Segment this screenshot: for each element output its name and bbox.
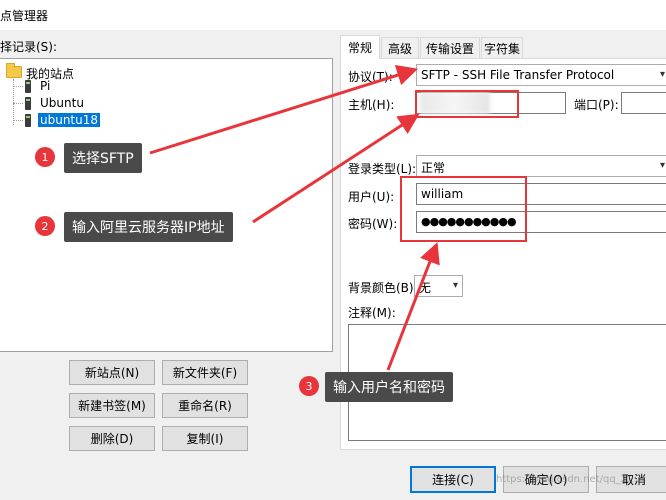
- callout-select-sftp: 选择SFTP: [64, 143, 142, 173]
- arrow-to-protocol: [149, 65, 419, 155]
- step-badge-2: 2: [35, 216, 55, 236]
- step-badge-1: 1: [35, 147, 55, 167]
- step-badge-3: 3: [299, 376, 319, 396]
- annotation-arrows: [149, 65, 440, 371]
- tab-general[interactable]: 常规: [340, 35, 380, 59]
- arrow-to-credentials: [386, 242, 440, 371]
- callout-enter-credentials: 输入用户名和密码: [325, 372, 453, 402]
- callout-enter-ip: 输入阿里云服务器IP地址: [64, 212, 233, 242]
- watermark: https://blog.csdn.net/qq_2...: [496, 474, 637, 485]
- arrow-to-host: [252, 113, 420, 224]
